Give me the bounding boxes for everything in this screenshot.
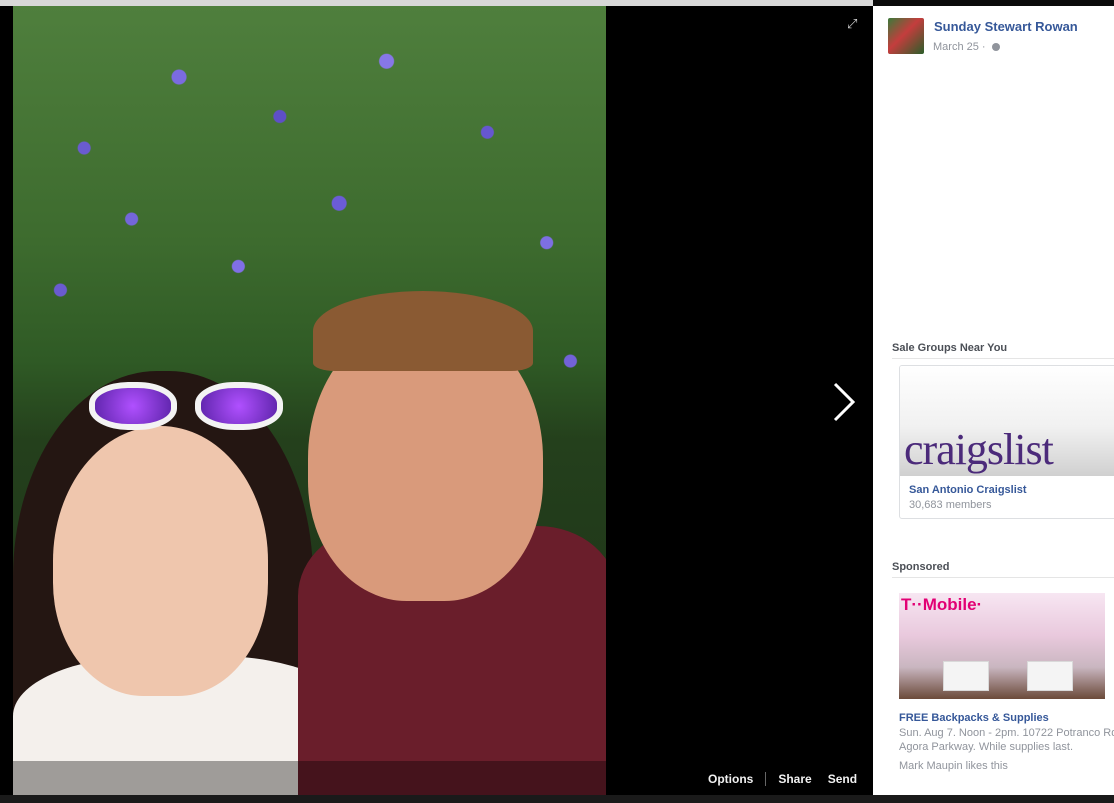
ad-body: Sun. Aug 7. Noon - 2pm. 10722 Potranco R… (899, 726, 1114, 754)
sunglasses-lens-right (195, 382, 283, 430)
globe-icon[interactable] (991, 43, 1000, 52)
ad-body-line: Agora Parkway. While supplies last. (899, 741, 1074, 753)
ad-headline-link[interactable]: FREE Backpacks & Supplies (899, 712, 1049, 724)
section-divider (892, 358, 1114, 359)
ad-store-counter (1027, 661, 1073, 691)
post-date: March 25 · (933, 41, 1000, 53)
photo-man-hair (313, 291, 533, 371)
bottom-strip (0, 795, 1114, 803)
photo-viewer: ⤢ Options Share Send (0, 0, 873, 803)
photo[interactable] (13, 6, 606, 795)
ad-body-line: Sun. Aug 7. Noon - 2pm. 10722 Potranco R… (899, 727, 1114, 739)
options-button[interactable]: Options (700, 772, 761, 786)
photo-woman-face (53, 426, 268, 696)
group-name-link[interactable]: San Antonio Craigslist (909, 484, 1027, 496)
section-divider (892, 577, 1114, 578)
ad-brand: T··Mobile· (901, 595, 983, 614)
group-image[interactable]: craigslist (900, 366, 1114, 476)
ad-store-counter (943, 661, 989, 691)
ad-social-context: Mark Maupin likes this (899, 760, 1008, 772)
expand-icon[interactable]: ⤢ (847, 16, 857, 32)
share-button[interactable]: Share (770, 772, 819, 786)
avatar[interactable] (888, 18, 924, 54)
post-date-text[interactable]: March 25 · (933, 41, 986, 53)
chevron-right-icon[interactable] (831, 380, 857, 424)
sunglasses-lens-left (89, 382, 177, 430)
photo-actions: Options Share Send (700, 770, 865, 788)
ad-image[interactable]: T··Mobile· (899, 593, 1105, 699)
group-members-count: 30,683 members (909, 499, 992, 511)
send-button[interactable]: Send (820, 772, 865, 786)
author-name[interactable]: Sunday Stewart Rowan (934, 19, 1078, 34)
right-panel: Sunday Stewart Rowan March 25 · Sale Gro… (873, 6, 1114, 795)
group-card[interactable]: craigslist San Antonio Craigslist 30,683… (899, 365, 1114, 519)
sale-groups-title: Sale Groups Near You (892, 342, 1008, 354)
photo-sunglasses (83, 374, 288, 436)
group-image-brand: craigslist (904, 425, 1054, 474)
action-divider (765, 772, 767, 786)
sponsored-title: Sponsored (892, 561, 950, 573)
photo-caption-bar (13, 761, 606, 795)
